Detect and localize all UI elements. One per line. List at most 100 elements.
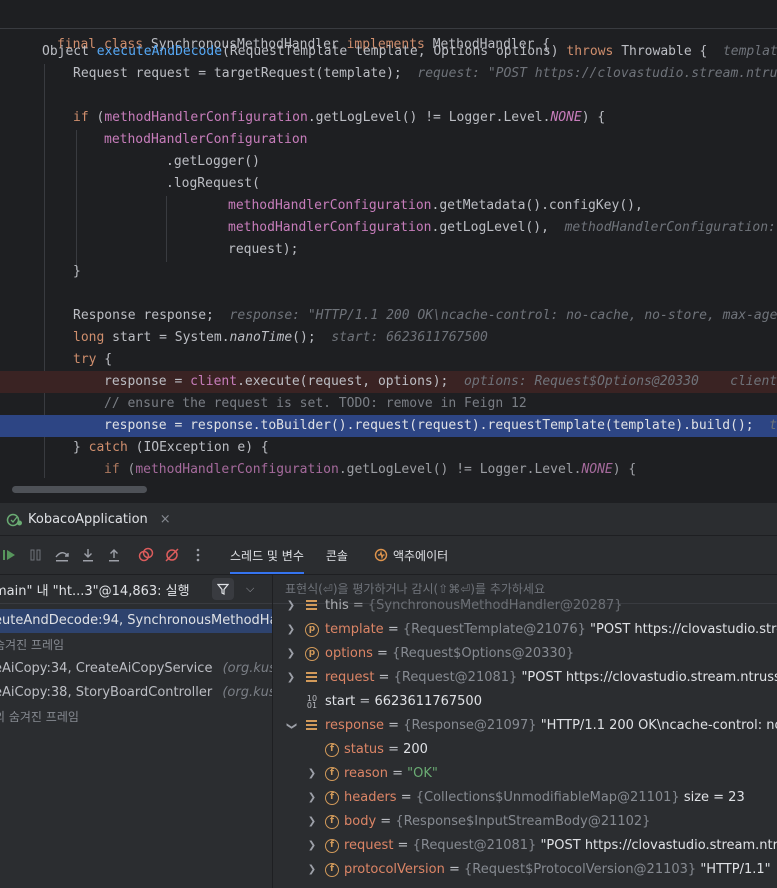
chevron-down-icon[interactable]: ❯ — [279, 720, 303, 732]
code-line[interactable]: try { — [0, 349, 777, 371]
variable-type: {Collections$UnmodifiableMap@21101} — [415, 790, 684, 805]
variable-row[interactable]: ❯ p options = {Request$Options@20330} — [273, 642, 777, 666]
code-line[interactable]: // ensure the request is set. TODO: remo… — [0, 393, 777, 415]
thread-selector[interactable]: main" 내 "ht...3"@14,863: 실행 중 ⌵ — [0, 575, 272, 604]
chevron-right-icon[interactable]: ❯ — [306, 834, 318, 858]
scrollbar-thumb[interactable] — [12, 486, 147, 493]
execution-point-line[interactable]: response = response.toBuilder().request(… — [0, 415, 777, 437]
chevron-down-icon[interactable]: ⌵ — [246, 582, 254, 596]
tab-actuator[interactable]: 액추에이터 — [374, 536, 448, 574]
view-breakpoints-icon[interactable] — [136, 545, 156, 565]
variable-value: 200 — [403, 742, 428, 757]
frame-item[interactable]: euteAndDecode:94, SynchronousMethodHan — [0, 609, 272, 633]
run-config-label: KobacoApplication — [28, 511, 148, 527]
step-out-icon[interactable] — [104, 545, 124, 565]
field-icon: f — [325, 743, 339, 757]
chevron-right-icon[interactable]: ❯ — [285, 618, 297, 642]
code-line[interactable]: } — [0, 261, 777, 283]
variable-row[interactable]: ❯ response = {Response@21097} "HTTP/1.1 … — [273, 714, 777, 738]
code-text: ) { — [581, 110, 606, 125]
chevron-right-icon[interactable]: ❯ — [306, 762, 318, 786]
run-config-tab[interactable]: KobacoApplication × — [6, 511, 171, 527]
variable-row[interactable]: ❯ request = {Request@21081} "POST https:… — [273, 666, 777, 690]
equals: = — [393, 838, 413, 853]
equals: = — [383, 742, 404, 757]
variable-row[interactable]: ❯ this = {SynchronousMethodHandler@20287… — [273, 594, 777, 618]
step-into-icon[interactable] — [78, 545, 98, 565]
close-icon[interactable]: × — [160, 512, 171, 527]
variable-row[interactable]: ❯ p template = {RequestTemplate@21076} "… — [273, 618, 777, 642]
code-line[interactable]: Response response; response: "HTTP/1.1 2… — [0, 305, 777, 327]
code-line[interactable]: .logRequest( — [0, 173, 777, 195]
variable-name: template — [325, 622, 384, 637]
method-name: nanoTime — [229, 330, 293, 345]
field-ref: methodHandlerConfiguration — [228, 220, 432, 235]
chevron-right-icon[interactable]: ❯ — [306, 858, 318, 882]
inline-debug-hint: templat — [722, 44, 777, 59]
debug-toolbar: 스레드 및 변수 콘솔 액추에이터 — [0, 536, 777, 574]
enum-const: NONE — [581, 462, 613, 477]
primitive-icon: 10 01 — [306, 694, 318, 710]
code-line[interactable]: long start = System.nanoTime(); start: 6… — [0, 327, 777, 349]
tab-console[interactable]: 콘솔 — [326, 536, 348, 574]
variable-row[interactable]: f status = 200 — [273, 738, 777, 762]
sticky-class-header[interactable]: final class SynchronousMethodHandler imp… — [0, 0, 777, 52]
pause-icon[interactable] — [26, 545, 46, 565]
code-text: Object — [42, 44, 97, 59]
code-line[interactable]: methodHandlerConfiguration — [0, 129, 777, 151]
variable-type: {Request@21081} — [393, 670, 522, 685]
equals: = — [396, 790, 416, 805]
code-line[interactable]: methodHandlerConfiguration.getLogLevel()… — [0, 217, 777, 239]
variable-type: {Response@21097} — [403, 718, 541, 733]
hidden-frames-item[interactable]: 숨겨진 프레임 — [0, 633, 272, 657]
code-line[interactable]: } catch (IOException e) { — [0, 437, 777, 459]
code-text: .execute(request, options); — [237, 374, 465, 389]
breakpoint-line[interactable]: response = client.execute(request, optio… — [0, 371, 777, 393]
enum-const: NONE — [550, 110, 582, 125]
resume-icon[interactable] — [0, 545, 20, 565]
code-text: start = System. — [104, 330, 230, 345]
more-options-icon[interactable] — [188, 545, 208, 565]
chevron-right-icon[interactable]: ❯ — [285, 594, 297, 618]
variable-value: "POST https://clovastudio.strea — [590, 622, 777, 637]
method-name: executeAndDecode — [96, 44, 223, 59]
code-line[interactable]: if (methodHandlerConfiguration.getLogLev… — [0, 107, 777, 129]
variable-row[interactable]: ❯ f body = {Response$InputStreamBody@211… — [273, 810, 777, 834]
chevron-right-icon[interactable]: ❯ — [285, 666, 297, 690]
chevron-right-icon[interactable]: ❯ — [306, 810, 318, 834]
variable-row[interactable]: ❯ f headers = {Collections$UnmodifiableM… — [273, 786, 777, 810]
keyword: catch — [88, 440, 128, 455]
filter-icon[interactable] — [212, 578, 234, 600]
variable-row[interactable]: 10 01 start = 6623611767500 — [273, 690, 777, 714]
horizontal-scrollbar[interactable] — [0, 478, 777, 496]
code-editor[interactable]: final class SynchronousMethodHandler imp… — [0, 0, 777, 496]
chevron-right-icon[interactable]: ❯ — [306, 786, 318, 810]
code-text: (IOException e) { — [127, 440, 269, 455]
chevron-right-icon[interactable]: ❯ — [285, 642, 297, 666]
variable-row[interactable]: ❯ f protocolVersion = {Request$ProtocolV… — [273, 858, 777, 882]
debug-session-bar: KobacoApplication × — [0, 502, 777, 535]
equals: = — [384, 718, 404, 733]
step-over-icon[interactable] — [52, 545, 72, 565]
parameter-icon: p — [305, 647, 319, 661]
mute-breakpoints-icon[interactable] — [162, 545, 182, 565]
hidden-frames-item[interactable]: 의 숨겨진 프레임 — [0, 705, 272, 729]
frame-item[interactable]: eAiCopy:34, CreateAiCopyService (org.kus… — [0, 657, 272, 681]
code-comment: // ensure the request is set. TODO: remo… — [104, 396, 527, 411]
variable-row[interactable]: ❯ f request = {Request@21081} "POST http… — [273, 834, 777, 858]
code-line[interactable]: Request request = targetRequest(template… — [0, 63, 777, 85]
field-icon: f — [325, 863, 339, 877]
frame-item[interactable]: eAiCopy:38, StoryBoardController (org.ku… — [0, 681, 272, 705]
variable-type: {SynchronousMethodHandler@20287} — [367, 598, 623, 613]
variable-row[interactable]: ❯ f reason = "OK" — [273, 762, 777, 786]
field-ref: methodHandlerConfiguration — [135, 462, 339, 477]
code-text: Response response; — [73, 308, 230, 323]
tab-threads-variables[interactable]: 스레드 및 변수 — [230, 536, 304, 574]
code-line[interactable]: .getLogger() — [0, 151, 777, 173]
code-line[interactable]: Object executeAndDecode(RequestTemplate … — [0, 41, 777, 63]
code-line[interactable]: request); — [0, 239, 777, 261]
field-icon: f — [325, 791, 339, 805]
code-line[interactable]: methodHandlerConfiguration.getMetadata()… — [0, 195, 777, 217]
equals: = — [348, 598, 368, 613]
tab-label: 액추에이터 — [392, 548, 449, 563]
